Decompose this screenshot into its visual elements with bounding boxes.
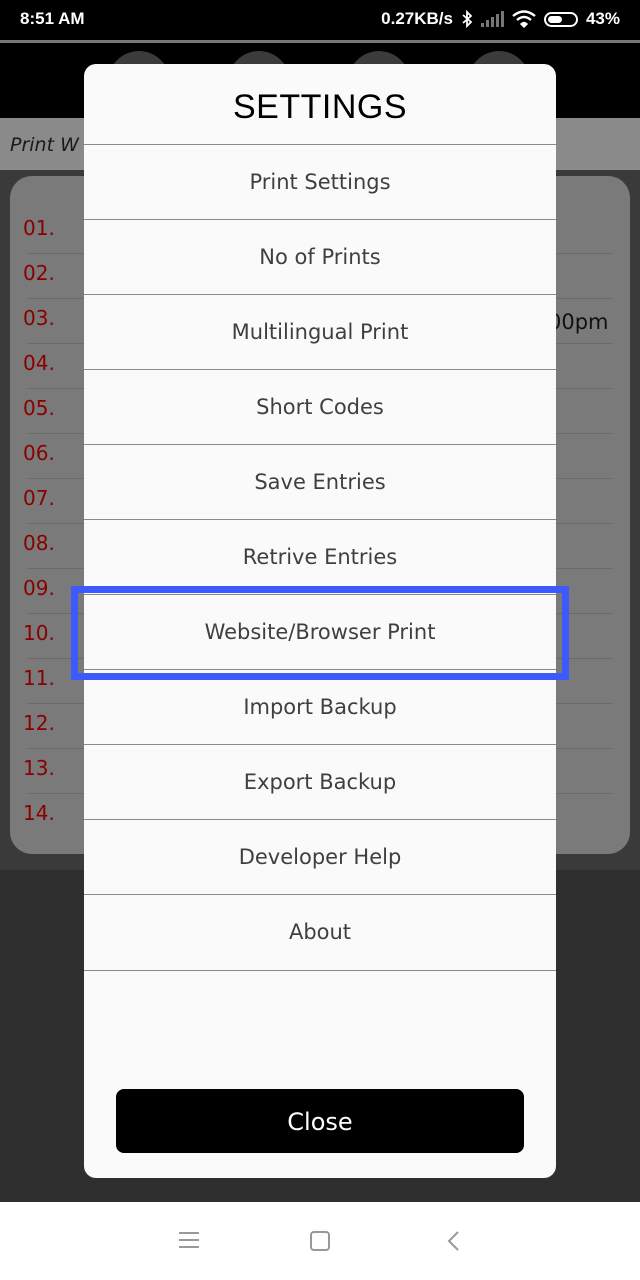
row-number: 13. bbox=[23, 756, 55, 780]
row-number: 09. bbox=[23, 576, 55, 600]
row-number: 01. bbox=[23, 216, 55, 240]
battery-icon bbox=[543, 11, 578, 27]
menu-item-no-of-prints[interactable]: No of Prints bbox=[84, 219, 556, 294]
network-speed: 0.27KB/s bbox=[381, 9, 453, 28]
row-number: 03. bbox=[23, 306, 55, 330]
row-number: 07. bbox=[23, 486, 55, 510]
row-number: 04. bbox=[23, 351, 55, 375]
close-button[interactable]: Close bbox=[116, 1089, 524, 1153]
menu-item-multilingual-print[interactable]: Multilingual Print bbox=[84, 294, 556, 369]
status-time: 8:51 AM bbox=[20, 9, 85, 28]
menu-item-retrive-entries[interactable]: Retrive Entries bbox=[84, 519, 556, 594]
back-icon[interactable] bbox=[446, 1230, 462, 1252]
row-number: 05. bbox=[23, 396, 55, 420]
row-number: 11. bbox=[23, 666, 55, 690]
menu-item-import-backup[interactable]: Import Backup bbox=[84, 669, 556, 744]
wifi-icon bbox=[512, 10, 536, 28]
bluetooth-icon bbox=[462, 10, 473, 28]
menu-item-short-codes[interactable]: Short Codes bbox=[84, 369, 556, 444]
highlight-box bbox=[71, 586, 569, 680]
row-number: 06. bbox=[23, 441, 55, 465]
row-number: 12. bbox=[23, 711, 55, 735]
menu-divider bbox=[84, 970, 556, 971]
status-bar: 8:51 AM 0.27KB/s 43% bbox=[0, 0, 640, 40]
subheader-label: Print W bbox=[10, 134, 79, 156]
menu-item-export-backup[interactable]: Export Backup bbox=[84, 744, 556, 819]
menu-item-print-settings[interactable]: Print Settings bbox=[84, 144, 556, 219]
dialog-title: SETTINGS bbox=[232, 88, 408, 126]
menu-item-save-entries[interactable]: Save Entries bbox=[84, 444, 556, 519]
home-square-icon[interactable] bbox=[309, 1230, 331, 1252]
menu-icon[interactable] bbox=[178, 1230, 200, 1250]
row-number: 08. bbox=[23, 531, 55, 555]
row-number: 10. bbox=[23, 621, 55, 645]
navigation-bar bbox=[0, 1202, 640, 1280]
menu-item-developer-help[interactable]: Developer Help bbox=[84, 819, 556, 894]
row-number: 14. bbox=[23, 801, 55, 825]
row-number: 02. bbox=[23, 261, 55, 285]
entry-time-fragment: 00pm bbox=[548, 310, 609, 334]
signal-icon bbox=[480, 11, 504, 27]
status-right-group: 0.27KB/s 43% bbox=[381, 9, 620, 29]
battery-percent: 43% bbox=[585, 9, 620, 28]
menu-item-about[interactable]: About bbox=[84, 894, 556, 969]
